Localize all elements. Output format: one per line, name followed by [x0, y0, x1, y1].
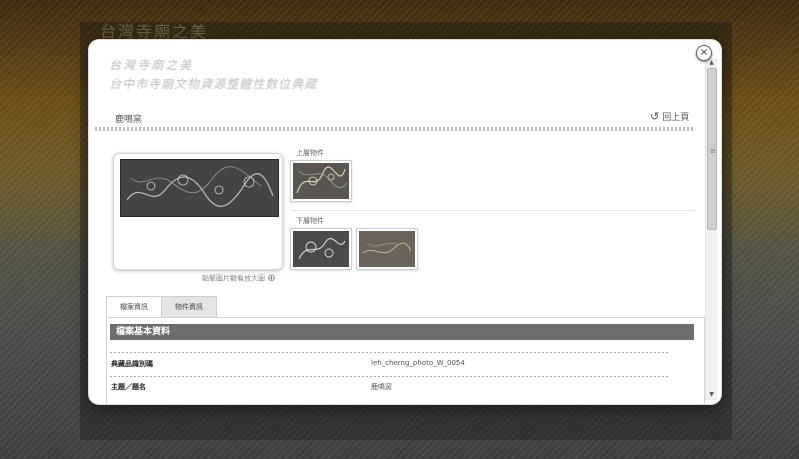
title-divider: [95, 127, 695, 131]
lower-object-image-2: [359, 231, 415, 267]
upper-object-thumb[interactable]: [290, 160, 352, 202]
lower-objects-label: 下層物件: [296, 217, 324, 225]
row-divider: [110, 376, 670, 377]
tab-file-info[interactable]: 檔案資訊: [106, 296, 162, 318]
back-button-label: 回上頁: [662, 113, 690, 123]
upper-objects-label: 上層物件: [296, 149, 324, 157]
item-detail-modal: 台灣寺廟之美 台中市寺廟文物資源整體性數位典藏 鹿鳴窯 ↺ 回上頁 點擊圖片觀看放…: [89, 40, 721, 404]
tab-object-info[interactable]: 物件資訊: [161, 296, 217, 317]
row-divider: [110, 352, 670, 353]
lower-object-image-1: [293, 231, 349, 267]
magnifier-plus-icon: ⊕: [267, 273, 276, 284]
row-label-identifier: 典藏品識別碼: [111, 360, 153, 368]
row-label-title: 主題／題名: [111, 383, 146, 391]
footer-line-1: [598, 441, 600, 449]
zoom-hint-text: 點擊圖片觀看放大圖: [202, 274, 265, 283]
main-image[interactable]: [120, 159, 279, 217]
lower-object-thumb-1[interactable]: [290, 228, 352, 270]
row-value-title: 鹿鳴窯: [371, 383, 392, 391]
zoom-hint[interactable]: 點擊圖片觀看放大圖 ⊕: [202, 273, 276, 284]
row-value-identifier: leh_cherng_photo_W_0054: [371, 359, 465, 367]
info-section-header: 檔案基本資料: [110, 324, 694, 340]
site-title-line-2: 台中市寺廟文物資源整體性數位典藏: [109, 77, 318, 91]
carved-panel-image: [121, 160, 278, 216]
back-button[interactable]: ↺ 回上頁: [650, 110, 689, 123]
site-title-line-1: 台灣寺廟之美: [109, 58, 194, 72]
scroll-grip-icon: ≡: [710, 147, 716, 155]
scroll-down-arrow-icon[interactable]: ▼: [706, 390, 717, 400]
section-separator: [292, 210, 694, 211]
footer-copyright-blur: [598, 441, 600, 449]
scroll-thumb[interactable]: ≡: [707, 68, 717, 230]
modal-site-title: 台灣寺廟之美 台中市寺廟文物資源整體性數位典藏: [109, 56, 317, 92]
main-image-frame[interactable]: [113, 153, 283, 270]
modal-scrollbar[interactable]: ▲ ≡ ▼: [705, 58, 717, 400]
refresh-arrow-icon: ↺: [650, 110, 660, 123]
item-name: 鹿鳴窯: [115, 115, 143, 125]
upper-object-image: [293, 163, 349, 199]
close-icon[interactable]: ×: [696, 45, 712, 61]
lower-object-thumb-2[interactable]: [356, 228, 418, 270]
